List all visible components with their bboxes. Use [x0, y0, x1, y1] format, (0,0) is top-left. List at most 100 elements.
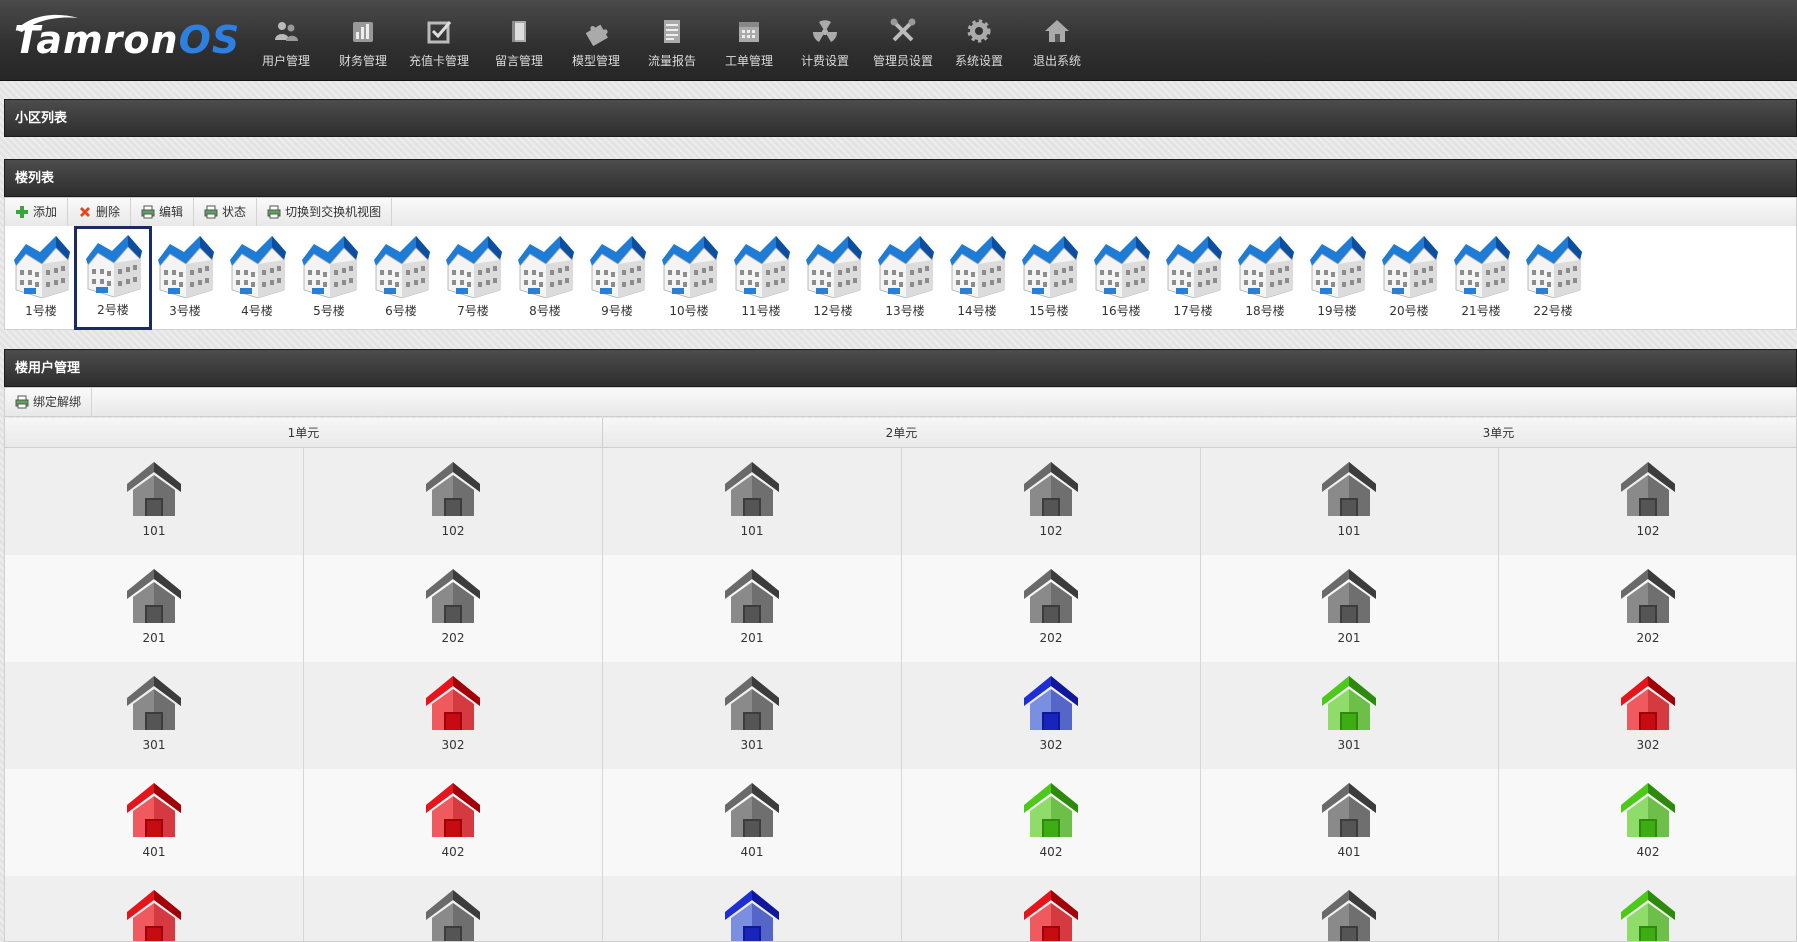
house-icon-gray: [1621, 462, 1675, 516]
building-item[interactable]: 8号楼: [509, 228, 581, 324]
nav-item-book[interactable]: 留言管理: [477, 0, 561, 80]
building-item[interactable]: 18号楼: [1229, 228, 1301, 324]
house-icon-gray: [426, 890, 480, 941]
household-cell[interactable]: 402: [304, 769, 603, 876]
nav-item-bar-chart[interactable]: 财务管理: [321, 0, 405, 80]
room-number: 402: [1039, 845, 1063, 859]
nav-item-radiation[interactable]: 计费设置: [783, 0, 867, 80]
nav-item-checkbox[interactable]: 充值卡管理: [397, 0, 481, 80]
building-item[interactable]: 15号楼: [1013, 228, 1085, 324]
household-cell[interactable]: 301: [603, 662, 902, 769]
household-cell[interactable]: 102: [902, 448, 1201, 555]
building-label: 20号楼: [1389, 304, 1429, 318]
building-label: 4号楼: [241, 304, 273, 318]
nav-item-gear[interactable]: 系统设置: [937, 0, 1021, 80]
building-item[interactable]: 20号楼: [1373, 228, 1445, 324]
household-cell[interactable]: 402: [902, 769, 1201, 876]
household-cell[interactable]: 101: [5, 448, 304, 555]
bind-unbind-button[interactable]: 绑定解绑: [5, 388, 93, 416]
building-item[interactable]: 4号楼: [221, 228, 293, 324]
building-item[interactable]: 14号楼: [941, 228, 1013, 324]
building-item[interactable]: 16号楼: [1085, 228, 1157, 324]
household-cell[interactable]: 401: [5, 769, 304, 876]
house-icon-blue: [1024, 676, 1078, 730]
building-list: 1号楼 2号楼 3号楼 4号楼 5号楼 6号楼 7号楼 8号楼 9号楼 10号楼 11号楼 12号楼 1…: [4, 226, 1797, 330]
room-number: 302: [1039, 738, 1063, 752]
household-cell[interactable]: 202: [1499, 555, 1796, 662]
household-cell[interactable]: [603, 876, 902, 941]
household-cell[interactable]: 102: [304, 448, 603, 555]
household-cell[interactable]: 102: [1499, 448, 1796, 555]
nav-item-label: 留言管理: [494, 54, 543, 68]
household-cell[interactable]: 402: [1499, 769, 1796, 876]
nav-item-tools[interactable]: 管理员设置: [861, 0, 945, 80]
building-item[interactable]: 13号楼: [869, 228, 941, 324]
household-cell[interactable]: [1499, 876, 1796, 941]
household-cell[interactable]: [1200, 876, 1499, 941]
building-item[interactable]: 12号楼: [797, 228, 869, 324]
household-cell[interactable]: 401: [1200, 769, 1499, 876]
delete-button[interactable]: 删除: [68, 198, 132, 226]
building-item[interactable]: 22号楼: [1517, 228, 1589, 324]
building-item[interactable]: 11号楼: [725, 228, 797, 324]
household-cell[interactable]: [5, 876, 304, 941]
household-cell[interactable]: 301: [5, 662, 304, 769]
house-icon-gray: [1322, 462, 1376, 516]
household-cell[interactable]: [902, 876, 1201, 941]
report-icon: [664, 20, 680, 43]
building-label: 12号楼: [813, 304, 853, 318]
building-item[interactable]: 5号楼: [293, 228, 365, 324]
building-item[interactable]: 9号楼: [581, 228, 653, 324]
house-icon-green: [1024, 783, 1078, 837]
nav-item-calendar[interactable]: 工单管理: [707, 0, 791, 80]
room-number: 202: [441, 631, 465, 645]
building-icon: [1238, 236, 1294, 299]
house-icon-gray: [127, 569, 181, 623]
building-item[interactable]: 21号楼: [1445, 228, 1517, 324]
building-label: 13号楼: [885, 304, 925, 318]
household-cell[interactable]: 201: [5, 555, 304, 662]
edit-button[interactable]: 编辑: [131, 198, 195, 226]
room-number: 402: [441, 845, 465, 859]
household-cell[interactable]: [304, 876, 603, 941]
household-cell[interactable]: 201: [603, 555, 902, 662]
house-icon-gray: [127, 676, 181, 730]
building-icon: [1094, 236, 1150, 299]
plus-icon: [16, 206, 28, 218]
nav-item-report[interactable]: 流量报告: [630, 0, 714, 80]
building-item[interactable]: 1号楼: [5, 228, 77, 324]
nav-item-puzzle[interactable]: 模型管理: [554, 0, 638, 80]
nav-item-home[interactable]: 退出系统: [1015, 0, 1099, 80]
house-icon-red: [1024, 890, 1078, 941]
building-item[interactable]: 10号楼: [653, 228, 725, 324]
household-cell[interactable]: 301: [1200, 662, 1499, 769]
household-cell[interactable]: 401: [603, 769, 902, 876]
building-item[interactable]: 7号楼: [437, 228, 509, 324]
household-cell[interactable]: 101: [603, 448, 902, 555]
household-cell[interactable]: 302: [1499, 662, 1796, 769]
house-icon-red: [127, 783, 181, 837]
status-button[interactable]: 状态: [194, 198, 258, 226]
nav-item-label: 计费设置: [800, 54, 849, 68]
unit-header: 2单元: [603, 418, 1201, 448]
household-cell[interactable]: 101: [1200, 448, 1499, 555]
household-cell[interactable]: 302: [902, 662, 1201, 769]
building-item[interactable]: 2号楼: [74, 226, 152, 330]
switch-view-button[interactable]: 切换到交换机视图: [257, 198, 393, 226]
building-item[interactable]: 6号楼: [365, 228, 437, 324]
household-cell[interactable]: 302: [304, 662, 603, 769]
house-icon-blue: [725, 890, 779, 941]
building-item[interactable]: 17号楼: [1157, 228, 1229, 324]
add-button[interactable]: 添加: [5, 198, 69, 226]
printer-icon: [15, 395, 29, 409]
nav-item-users[interactable]: 用户管理: [244, 0, 328, 80]
building-label: 10号楼: [669, 304, 709, 318]
household-cell[interactable]: 202: [902, 555, 1201, 662]
building-label: 6号楼: [385, 304, 417, 318]
building-icon: [1454, 236, 1510, 299]
building-item[interactable]: 19号楼: [1301, 228, 1373, 324]
household-cell[interactable]: 202: [304, 555, 603, 662]
building-item[interactable]: 3号楼: [149, 228, 221, 324]
household-cell[interactable]: 201: [1200, 555, 1499, 662]
households-panel-header: 楼用户管理: [4, 349, 1797, 387]
